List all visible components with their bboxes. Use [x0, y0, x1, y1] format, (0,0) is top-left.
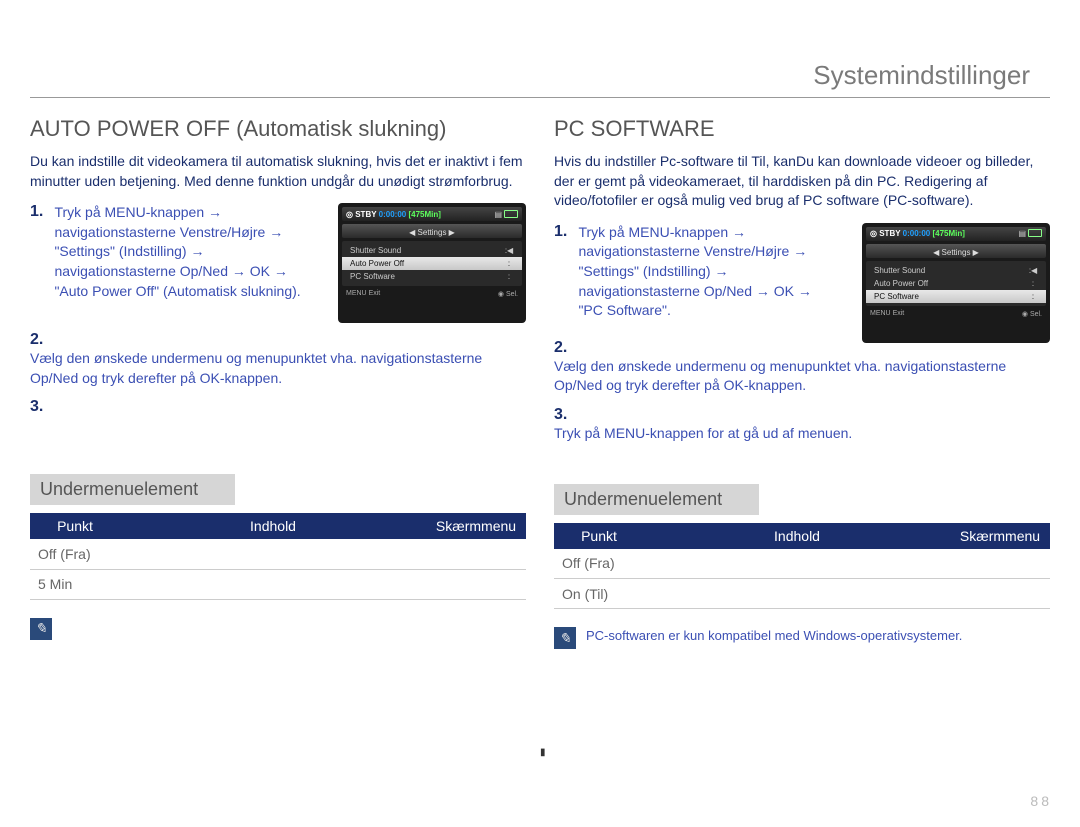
- center-marker-icon: ▮: [540, 747, 548, 759]
- step-number: 3.: [30, 398, 50, 416]
- remain-label: [475Min]: [408, 210, 440, 219]
- note-icon: ✎: [30, 618, 52, 640]
- table-header: Indhold: [120, 513, 426, 539]
- table-header: Punkt: [30, 513, 120, 539]
- menu-item: Shutter Sound:◀: [342, 244, 522, 257]
- submenu-heading: Undermenuelement: [30, 474, 235, 505]
- settings-tab: ◀ Settings ▶: [866, 244, 1046, 258]
- page-number: 88: [1030, 793, 1052, 809]
- camera-screenshot-right: ◎ STBY 0:00:00 [475Min] ▤ ◀ Settings ▶ S…: [862, 223, 1050, 343]
- time-label: 0:00:00: [903, 229, 931, 238]
- intro-left: Du kan indstille dit videokamera til aut…: [30, 152, 526, 191]
- stby-label: STBY: [355, 210, 376, 219]
- stby-label: STBY: [879, 229, 900, 238]
- step-number: 1.: [30, 203, 50, 221]
- submenu-table-left: Punkt Indhold Skærmmenu Off (Fra) 5 Min: [30, 513, 526, 600]
- section-heading-left: AUTO POWER OFF (Automatisk slukning): [30, 116, 526, 142]
- table-header: Punkt: [554, 523, 644, 549]
- step-text: Vælg den ønskede undermenu og menupunkte…: [30, 349, 504, 388]
- settings-menu-left: Shutter Sound:◀ Auto Power Off: PC Softw…: [342, 241, 522, 286]
- sd-card-icon: ▤: [1018, 229, 1026, 238]
- rec-icon: ◎: [870, 229, 877, 238]
- table-row: 5 Min: [30, 569, 526, 599]
- step-number: 1.: [554, 223, 574, 241]
- battery-icon: [1028, 229, 1042, 237]
- submenu-heading: Undermenuelement: [554, 484, 759, 515]
- menu-item: Auto Power Off:: [866, 277, 1046, 290]
- step-text: Tryk på MENU-knappen for at gå ud af men…: [554, 424, 1028, 444]
- table-row: Off (Fra): [30, 539, 526, 569]
- menu-btn-label: MENU: [870, 310, 891, 317]
- step-number: 3.: [554, 406, 574, 424]
- menu-item: Shutter Sound:◀: [866, 264, 1046, 277]
- table-header: Skærmmenu: [950, 523, 1050, 549]
- sel-label: Sel.: [506, 291, 518, 298]
- table-header: Skærmmenu: [426, 513, 526, 539]
- sel-label: Sel.: [1030, 311, 1042, 318]
- column-pc-software: PC SOFTWARE Hvis du indstiller Pc-softwa…: [554, 116, 1050, 649]
- step-text: Tryk på MENU-knappen → navigationstaster…: [578, 223, 828, 321]
- battery-icon: [504, 210, 518, 218]
- exit-label: Exit: [369, 290, 381, 297]
- table-row: On (Til): [554, 579, 1050, 609]
- note-icon: ✎: [554, 627, 576, 649]
- menu-item-selected: PC Software:: [866, 290, 1046, 303]
- step-text: Vælg den ønskede undermenu og menupunkte…: [554, 357, 1028, 396]
- remain-label: [475Min]: [932, 229, 964, 238]
- menu-btn-label: MENU: [346, 290, 367, 297]
- intro-right: Hvis du indstiller Pc-software til Til, …: [554, 152, 1050, 211]
- column-auto-power-off: AUTO POWER OFF (Automatisk slukning) Du …: [30, 116, 526, 649]
- settings-tab: ◀ Settings ▶: [342, 224, 522, 238]
- table-header: Indhold: [644, 523, 950, 549]
- step-number: 2.: [30, 331, 50, 349]
- exit-label: Exit: [893, 310, 905, 317]
- step-text: Tryk på MENU-knappen → navigationstaster…: [54, 203, 304, 301]
- step-number: 2.: [554, 339, 574, 357]
- menu-item: PC Software:: [342, 270, 522, 283]
- camera-screenshot-left: ◎ STBY 0:00:00 [475Min] ▤ ◀ Settings ▶ S…: [338, 203, 526, 323]
- note-text-right: PC-softwaren er kun kompatibel med Windo…: [586, 627, 1050, 645]
- settings-menu-right: Shutter Sound:◀ Auto Power Off: PC Softw…: [866, 261, 1046, 306]
- sd-card-icon: ▤: [494, 210, 502, 219]
- rec-icon: ◎: [346, 210, 353, 219]
- submenu-table-right: Punkt Indhold Skærmmenu Off (Fra) On (Ti…: [554, 523, 1050, 610]
- menu-item-selected: Auto Power Off:: [342, 257, 522, 270]
- page-title: Systemindstillinger: [30, 60, 1050, 98]
- time-label: 0:00:00: [379, 210, 407, 219]
- section-heading-right: PC SOFTWARE: [554, 116, 1050, 142]
- table-row: Off (Fra): [554, 549, 1050, 579]
